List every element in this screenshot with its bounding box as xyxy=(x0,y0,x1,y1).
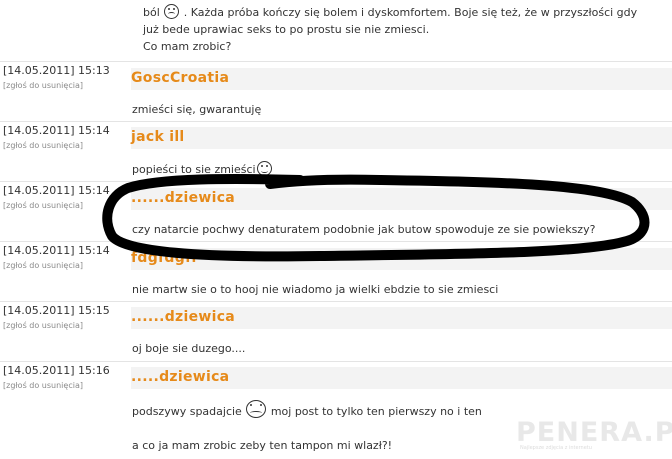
post-body: popieści to sie zmieści xyxy=(132,161,672,178)
report-link[interactable]: [zgłoś do usunięcia] xyxy=(3,261,83,270)
post: ......dziewica oj boje sie duzego.... xyxy=(127,307,672,360)
post-meta: [14.05.2011] 15:16 [zgłoś do usunięcia] xyxy=(0,362,126,459)
post-author[interactable]: ......dziewica xyxy=(131,188,672,210)
post-body: oj boje sie duzego.... xyxy=(132,340,672,357)
post-text: popieści to sie zmieści xyxy=(132,163,256,176)
worried-smiley-icon xyxy=(246,400,267,418)
happy-smiley-icon xyxy=(256,161,272,176)
top-message-line-3: Co mam zrobic? xyxy=(143,40,232,53)
post-text: moj post to tylko ten pierwszy no i ten xyxy=(270,405,482,418)
post-body: czy natarcie pochwy denaturatem podobnie… xyxy=(132,221,672,238)
post-body: zmieści się, gwarantuję xyxy=(132,101,672,118)
post-text: zmieści się, gwarantuję xyxy=(132,103,262,116)
post-meta: [14.05.2011] 15:13 [zgłoś do usunięcia] xyxy=(0,62,126,120)
post-meta: [14.05.2011] 15:15 [zgłoś do usunięcia] xyxy=(0,302,126,360)
post-timestamp: [14.05.2011] 15:14 xyxy=(3,124,110,137)
post-timestamp: [14.05.2011] 15:15 xyxy=(3,304,110,317)
watermark-sub: Najlepsze zdjęcia z internetu xyxy=(520,445,592,451)
report-link[interactable]: [zgłoś do usunięcia] xyxy=(3,81,83,90)
post-timestamp: [14.05.2011] 15:14 xyxy=(3,244,110,257)
top-message-line-2: już bede uprawiac seks to po prostu sie … xyxy=(143,23,430,36)
report-link[interactable]: [zgłoś do usunięcia] xyxy=(3,381,83,390)
watermark: PENERA.PL xyxy=(516,417,672,448)
post-text: nie martw sie o to hooj nie wiadomo ja w… xyxy=(132,283,499,296)
post-body: nie martw sie o to hooj nie wiadomo ja w… xyxy=(132,281,672,298)
report-link[interactable]: [zgłoś do usunięcia] xyxy=(3,201,83,210)
report-link[interactable]: [zgłoś do usunięcia] xyxy=(3,321,83,330)
post: fdgfdgfr nie martw sie o to hooj nie wia… xyxy=(127,248,672,300)
post-timestamp: [14.05.2011] 15:14 xyxy=(3,184,110,197)
report-link[interactable]: [zgłoś do usunięcia] xyxy=(3,141,83,150)
post-author[interactable]: fdgfdgfr xyxy=(131,248,672,270)
post-meta: [14.05.2011] 15:14 [zgłoś do usunięcia] xyxy=(0,182,126,240)
post-meta: [14.05.2011] 15:14 [zgłoś do usunięcia] xyxy=(0,122,126,180)
post-text: oj boje sie duzego.... xyxy=(132,342,246,355)
post-author[interactable]: ......dziewica xyxy=(131,307,672,329)
sad-smiley-icon xyxy=(164,4,180,19)
post-author[interactable]: jack ill xyxy=(131,127,672,149)
post: GoscCroatia zmieści się, gwarantuję xyxy=(127,68,672,120)
post-timestamp: [14.05.2011] 15:16 xyxy=(3,364,110,377)
post-timestamp: [14.05.2011] 15:13 xyxy=(3,64,110,77)
post: jack ill popieści to sie zmieści xyxy=(127,127,672,180)
post: ......dziewica czy natarcie pochwy denat… xyxy=(127,188,672,240)
post-text: czy natarcie pochwy denaturatem podobnie… xyxy=(132,223,596,236)
post-author[interactable]: .....dziewica xyxy=(131,367,672,389)
post-text: podszywy spadajcie xyxy=(132,405,242,418)
post-author[interactable]: GoscCroatia xyxy=(131,68,672,90)
top-message-line-1a: ból xyxy=(143,6,160,19)
top-message-body: ból . Każda próba kończy się bolem i dys… xyxy=(143,4,672,55)
top-message-line-1b: . Każda próba kończy się bolem i dyskomf… xyxy=(183,6,638,19)
post-meta: [14.05.2011] 15:14 [zgłoś do usunięcia] xyxy=(0,242,126,300)
